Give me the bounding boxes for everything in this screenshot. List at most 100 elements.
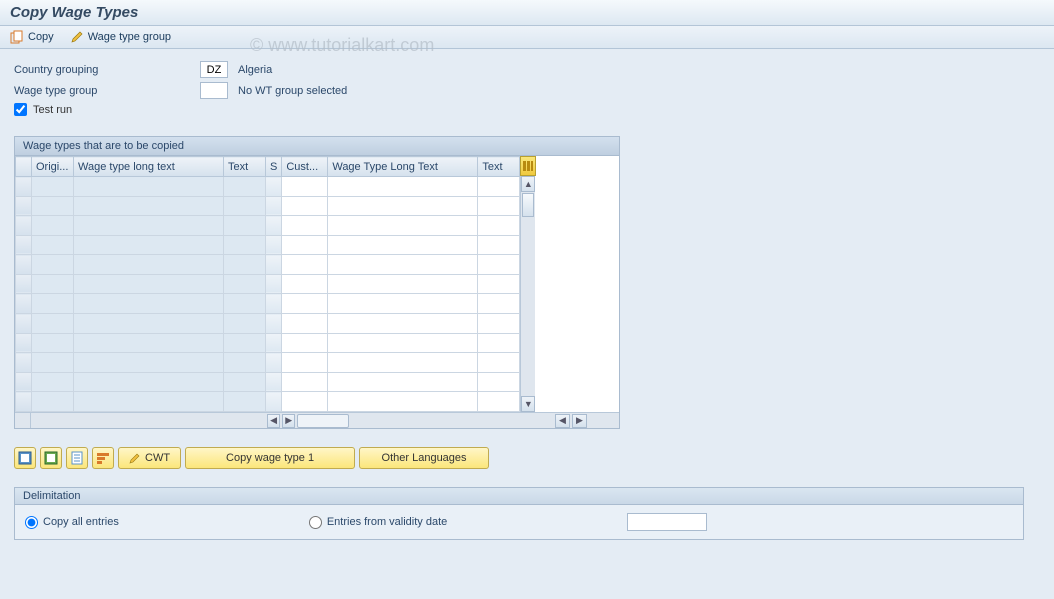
cell-wt-long2[interactable] — [328, 196, 478, 216]
scroll-down-icon[interactable]: ▼ — [521, 396, 535, 412]
cell-origi[interactable] — [32, 314, 74, 334]
cell-cust[interactable] — [282, 333, 328, 353]
cell-wt-long2[interactable] — [328, 255, 478, 275]
col-wt-long-text[interactable]: Wage type long text — [74, 157, 224, 177]
cell-text[interactable] — [224, 216, 266, 236]
col-cust[interactable]: Cust... — [282, 157, 328, 177]
wage-type-group-button[interactable]: Wage type group — [70, 30, 171, 44]
cell-s[interactable] — [266, 255, 282, 275]
cell-text2[interactable] — [478, 216, 520, 236]
cell-wt-long[interactable] — [74, 294, 224, 314]
cell-wt-long[interactable] — [74, 196, 224, 216]
scroll-left-icon[interactable]: ◀ — [267, 414, 280, 428]
cell-origi[interactable] — [32, 392, 74, 412]
cell-text[interactable] — [224, 333, 266, 353]
cell-text2[interactable] — [478, 392, 520, 412]
cell-cust[interactable] — [282, 372, 328, 392]
row-selector[interactable] — [16, 177, 32, 197]
cell-cust[interactable] — [282, 274, 328, 294]
cell-text[interactable] — [224, 196, 266, 216]
cell-wt-long[interactable] — [74, 372, 224, 392]
row-selector[interactable] — [16, 255, 32, 275]
cell-text[interactable] — [224, 392, 266, 412]
cell-wt-long[interactable] — [74, 353, 224, 373]
cell-cust[interactable] — [282, 196, 328, 216]
row-selector[interactable] — [16, 294, 32, 314]
cell-wt-long2[interactable] — [328, 235, 478, 255]
table-row[interactable] — [16, 353, 520, 373]
table-row[interactable] — [16, 372, 520, 392]
col-text2[interactable]: Text — [478, 157, 520, 177]
table-row[interactable] — [16, 314, 520, 334]
scroll-left2-icon[interactable]: ◀ — [555, 414, 570, 428]
copy-button[interactable]: Copy — [10, 30, 54, 44]
cell-text[interactable] — [224, 294, 266, 314]
cell-cust[interactable] — [282, 177, 328, 197]
cell-origi[interactable] — [32, 216, 74, 236]
validity-date-input[interactable] — [627, 513, 707, 531]
cell-origi[interactable] — [32, 353, 74, 373]
cell-text2[interactable] — [478, 177, 520, 197]
cell-wt-long[interactable] — [74, 216, 224, 236]
cell-wt-long[interactable] — [74, 333, 224, 353]
copy-all-radio-input[interactable] — [25, 516, 38, 529]
cell-s[interactable] — [266, 333, 282, 353]
table-row[interactable] — [16, 196, 520, 216]
row-selector[interactable] — [16, 372, 32, 392]
cell-s[interactable] — [266, 353, 282, 373]
cell-origi[interactable] — [32, 294, 74, 314]
cell-text2[interactable] — [478, 353, 520, 373]
table-row[interactable] — [16, 255, 520, 275]
cell-text2[interactable] — [478, 235, 520, 255]
cell-cust[interactable] — [282, 353, 328, 373]
cell-wt-long2[interactable] — [328, 372, 478, 392]
row-selector[interactable] — [16, 333, 32, 353]
cell-wt-long[interactable] — [74, 177, 224, 197]
row-selector[interactable] — [16, 235, 32, 255]
cell-text2[interactable] — [478, 255, 520, 275]
scroll-track[interactable] — [297, 414, 349, 428]
cell-wt-long2[interactable] — [328, 314, 478, 334]
cell-s[interactable] — [266, 216, 282, 236]
scroll-thumb[interactable] — [522, 193, 534, 217]
cell-s[interactable] — [266, 314, 282, 334]
table-row[interactable] — [16, 294, 520, 314]
cell-cust[interactable] — [282, 255, 328, 275]
cell-s[interactable] — [266, 196, 282, 216]
cell-text2[interactable] — [478, 274, 520, 294]
cell-wt-long2[interactable] — [328, 177, 478, 197]
cell-cust[interactable] — [282, 294, 328, 314]
cell-wt-long[interactable] — [74, 274, 224, 294]
country-grouping-input[interactable] — [200, 61, 228, 78]
cell-wt-long2[interactable] — [328, 392, 478, 412]
cell-text2[interactable] — [478, 196, 520, 216]
row-selector[interactable] — [16, 392, 32, 412]
cell-wt-long2[interactable] — [328, 216, 478, 236]
cwt-button[interactable]: CWT — [118, 447, 181, 469]
cell-origi[interactable] — [32, 235, 74, 255]
row-selector[interactable] — [16, 196, 32, 216]
cell-s[interactable] — [266, 372, 282, 392]
cell-text2[interactable] — [478, 294, 520, 314]
copy-wage-type-1-button[interactable]: Copy wage type 1 — [185, 447, 355, 469]
cell-text[interactable] — [224, 177, 266, 197]
sort-button[interactable] — [92, 447, 114, 469]
entries-from-validity-radio[interactable]: Entries from validity date — [309, 516, 447, 529]
cell-text2[interactable] — [478, 333, 520, 353]
cell-s[interactable] — [266, 274, 282, 294]
deselect-all-button[interactable] — [40, 447, 62, 469]
table-row[interactable] — [16, 274, 520, 294]
cell-origi[interactable] — [32, 255, 74, 275]
copy-all-entries-radio[interactable]: Copy all entries — [25, 516, 119, 529]
cell-text[interactable] — [224, 372, 266, 392]
row-selector[interactable] — [16, 274, 32, 294]
cell-text[interactable] — [224, 274, 266, 294]
cell-wt-long2[interactable] — [328, 294, 478, 314]
configure-columns-icon[interactable] — [520, 156, 536, 176]
cell-cust[interactable] — [282, 314, 328, 334]
other-languages-button[interactable]: Other Languages — [359, 447, 489, 469]
test-run-checkbox[interactable] — [14, 103, 27, 116]
col-s[interactable]: S — [266, 157, 282, 177]
cell-text2[interactable] — [478, 372, 520, 392]
vertical-scrollbar[interactable]: ▲ ▼ — [520, 176, 535, 412]
